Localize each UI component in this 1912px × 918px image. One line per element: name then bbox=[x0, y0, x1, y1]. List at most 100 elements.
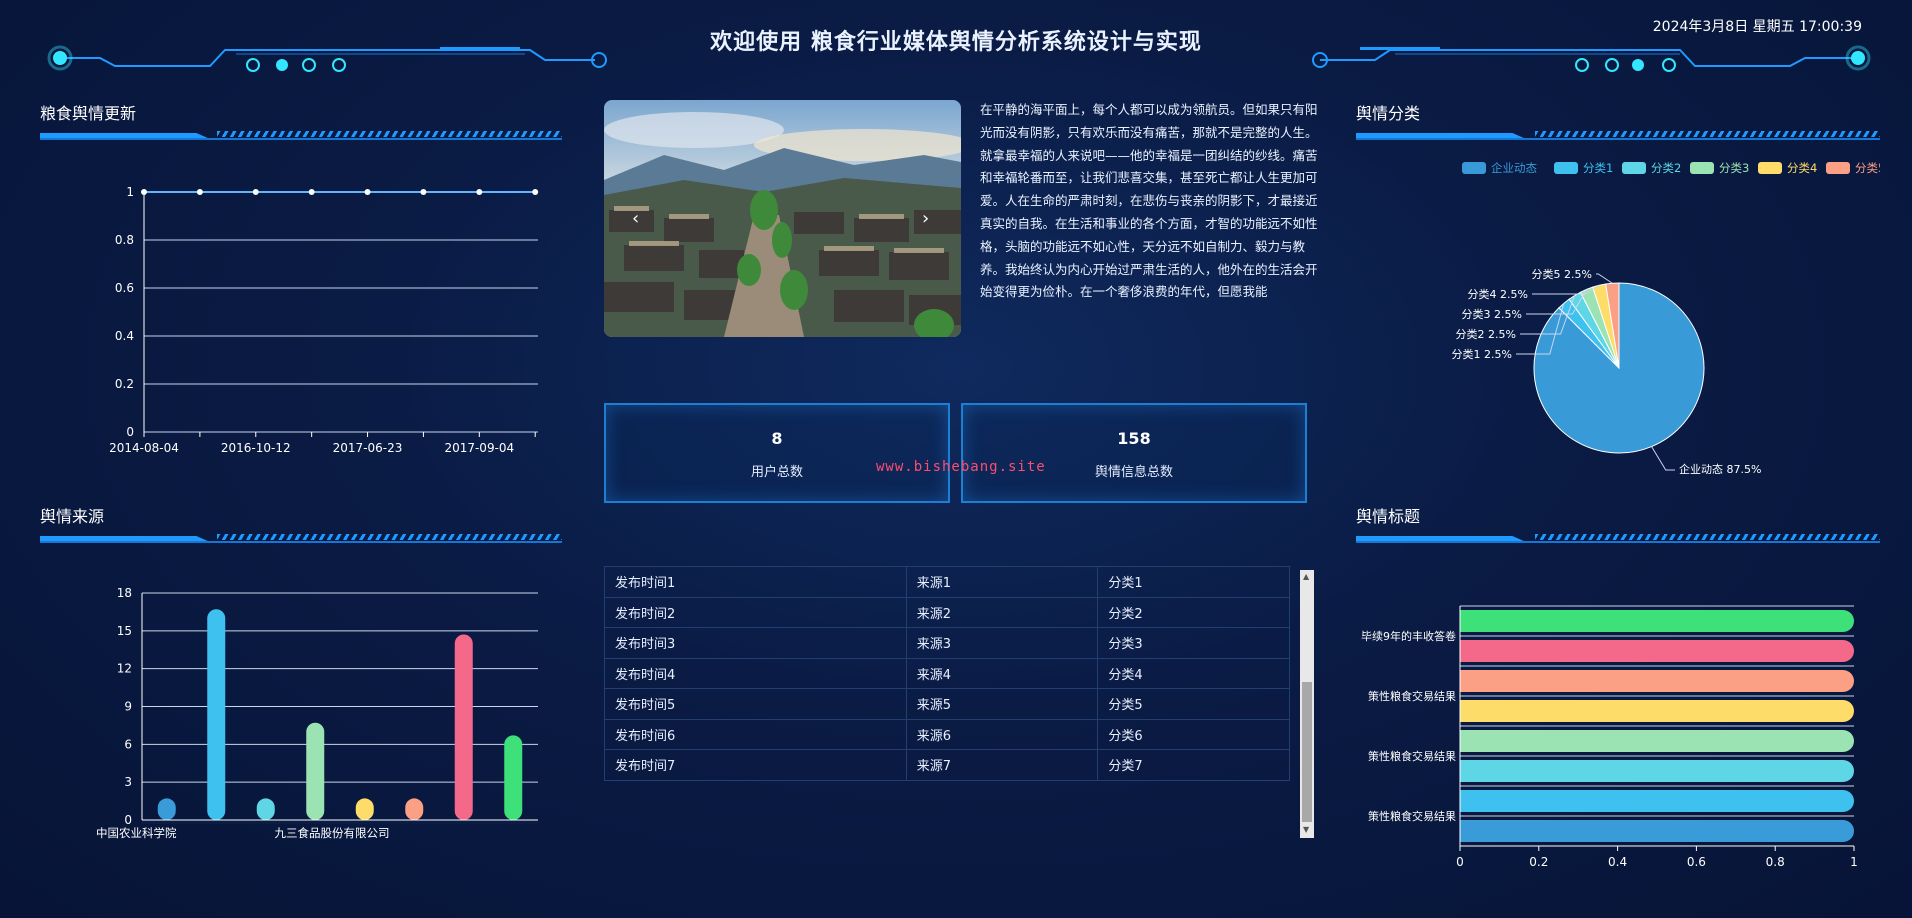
bar[interactable] bbox=[405, 798, 424, 820]
bar[interactable] bbox=[207, 609, 226, 820]
bar[interactable] bbox=[256, 798, 275, 820]
legend-label[interactable]: 分类2 bbox=[1651, 161, 1681, 175]
data-point[interactable] bbox=[308, 189, 315, 195]
panel-title-bar bbox=[1356, 131, 1880, 140]
legend-swatch[interactable] bbox=[1554, 162, 1578, 174]
table-row[interactable]: 发布时间3 来源3 分类3 bbox=[604, 627, 1290, 659]
chevron-left-icon[interactable]: ‹ bbox=[632, 208, 639, 229]
legend-swatch[interactable] bbox=[1622, 162, 1646, 174]
bar-left-edge bbox=[1460, 700, 1482, 722]
table-row[interactable]: 发布时间2 来源2 分类2 bbox=[604, 597, 1290, 628]
x-tick-label: 2016-10-12 bbox=[221, 441, 291, 455]
bar[interactable] bbox=[157, 798, 176, 820]
panel-title-bar bbox=[1356, 534, 1880, 543]
y-tick-label: 6 bbox=[124, 737, 132, 751]
y-tick-label: 12 bbox=[117, 662, 132, 676]
table-row[interactable]: 发布时间4 来源4 分类4 bbox=[604, 658, 1290, 689]
bar[interactable] bbox=[454, 634, 473, 820]
table-cell: 分类6 bbox=[1097, 719, 1290, 750]
y-tick-label: 策性粮食交易结果 bbox=[1368, 809, 1456, 823]
bar-left-edge bbox=[1460, 670, 1482, 692]
data-point[interactable] bbox=[532, 189, 539, 195]
pie-slice-label: 分类5 2.5% bbox=[1532, 267, 1592, 281]
bar[interactable] bbox=[504, 735, 523, 820]
datetime-display: 2024年3月8日 星期五 17:00:39 bbox=[1652, 19, 1862, 35]
bar-left-edge bbox=[1460, 640, 1482, 662]
pie-slice-label: 企业动态 87.5% bbox=[1679, 462, 1761, 476]
legend-label[interactable]: 分类5 bbox=[1855, 161, 1880, 175]
bar[interactable] bbox=[1460, 640, 1854, 662]
table-row[interactable]: 发布时间7 来源7 分类7 bbox=[604, 749, 1290, 781]
news-article-text: 在平静的海平面上，每个人都可以成为领航员。但如果只有阳光而没有阴影，只有欢乐而没… bbox=[980, 102, 1318, 300]
bar[interactable] bbox=[1460, 820, 1854, 842]
legend-label[interactable]: 分类4 bbox=[1787, 161, 1817, 175]
x-tick-label: 0.2 bbox=[1529, 855, 1548, 869]
titles-bar-chart: 0 0.2 0.4 0.6 0.8 1 毕续9年的丰收答卷策性粮食交易结果策性粮食交易结果策… bbox=[1361, 605, 1858, 869]
table-cell: 发布时间6 bbox=[604, 719, 907, 750]
data-point[interactable] bbox=[420, 189, 427, 195]
x-tick-label: 0.4 bbox=[1608, 855, 1627, 869]
table-cell: 来源3 bbox=[906, 627, 1099, 659]
legend-swatch[interactable] bbox=[1462, 162, 1486, 174]
data-point[interactable] bbox=[252, 189, 259, 195]
bar-left-edge bbox=[1460, 760, 1482, 782]
info-table: 发布时间1 来源1 分类1 发布时间2 来源2 分类2 发布时间3 来源3 分类3 发布时间4 来源… bbox=[604, 566, 1290, 781]
bar[interactable] bbox=[1460, 790, 1854, 812]
table-row[interactable]: 发布时间5 来源5 分类5 bbox=[604, 688, 1290, 720]
info-table-container: 发布时间1 来源1 分类1 发布时间2 来源2 分类2 发布时间3 来源3 分类3 发布时间4 来源… bbox=[604, 566, 1290, 838]
data-point[interactable] bbox=[364, 189, 371, 195]
panel-title-category: 舆情分类 bbox=[1356, 104, 1421, 123]
bar[interactable] bbox=[1460, 610, 1854, 632]
legend-swatch[interactable] bbox=[1758, 162, 1782, 174]
table-scrollbar[interactable]: ▲ ▼ bbox=[1300, 570, 1314, 838]
y-tick-label: 9 bbox=[124, 700, 132, 714]
panel-title-titles: 舆情标题 bbox=[1356, 507, 1421, 526]
panel-title-bar bbox=[40, 534, 562, 543]
bar[interactable] bbox=[1460, 730, 1854, 752]
table-cell: 分类5 bbox=[1097, 688, 1290, 720]
bar-left-edge bbox=[1460, 610, 1482, 632]
bar[interactable] bbox=[306, 722, 325, 820]
x-tick-label: 2017-09-04 bbox=[444, 441, 514, 455]
panel-title-bar bbox=[40, 131, 562, 140]
legend-swatch[interactable] bbox=[1690, 162, 1714, 174]
table-row[interactable]: 发布时间1 来源1 分类1 bbox=[604, 566, 1290, 598]
legend-swatch[interactable] bbox=[1826, 162, 1850, 174]
legend-label[interactable]: 分类1 bbox=[1583, 161, 1613, 175]
category-pie-chart: 企业动态 分类1 分类2 分类3 分类4 分类5 企业动态 87.5% 分类1 2.5% 分类2… bbox=[1452, 161, 1880, 476]
table-cell: 来源7 bbox=[906, 749, 1099, 781]
table-cell: 分类3 bbox=[1097, 627, 1290, 659]
scrollbar-thumb[interactable] bbox=[1302, 682, 1312, 822]
bar[interactable] bbox=[1460, 760, 1854, 782]
bar[interactable] bbox=[1460, 700, 1854, 722]
bar[interactable] bbox=[355, 798, 374, 820]
y-tick-label: 0.4 bbox=[115, 329, 134, 343]
bar-left-edge bbox=[1460, 790, 1482, 812]
chevron-right-icon[interactable]: › bbox=[922, 208, 929, 229]
bar[interactable] bbox=[1460, 670, 1854, 692]
table-cell: 来源2 bbox=[906, 597, 1099, 628]
user-count-value: 8 bbox=[771, 429, 783, 448]
data-point[interactable] bbox=[476, 189, 483, 195]
bar-left-edge bbox=[1460, 820, 1482, 842]
scroll-down-icon[interactable]: ▼ bbox=[1303, 826, 1309, 834]
y-tick-label: 15 bbox=[117, 624, 132, 638]
info-count-card: 158 舆情信息总数 bbox=[961, 403, 1307, 503]
x-tick-label: 2017-06-23 bbox=[333, 441, 403, 455]
bar-baseline-mask bbox=[142, 820, 538, 824]
data-point[interactable] bbox=[196, 189, 203, 195]
data-point[interactable] bbox=[141, 189, 147, 195]
scroll-up-icon[interactable]: ▲ bbox=[1303, 573, 1309, 581]
news-carousel[interactable]: ‹ › bbox=[604, 100, 961, 337]
legend-label[interactable]: 企业动态 bbox=[1491, 161, 1537, 175]
panel-title-update: 粮食舆情更新 bbox=[40, 104, 137, 123]
label-leader-line bbox=[1596, 273, 1613, 284]
table-cell: 来源1 bbox=[906, 566, 1099, 598]
page-title: 欢迎使用 粮食行业媒体舆情分析系统设计与实现 bbox=[710, 30, 1202, 55]
x-tick-label: 0.6 bbox=[1687, 855, 1706, 869]
source-bar-chart: 0 3 6 9 12 15 18 中国农业科学院 九三食品股份有限公司 bbox=[96, 586, 538, 840]
y-tick-label: 3 bbox=[124, 775, 132, 789]
legend-label[interactable]: 分类3 bbox=[1719, 161, 1749, 175]
pie-slice-label: 分类4 2.5% bbox=[1468, 287, 1528, 301]
table-row[interactable]: 发布时间6 来源6 分类6 bbox=[604, 719, 1290, 750]
